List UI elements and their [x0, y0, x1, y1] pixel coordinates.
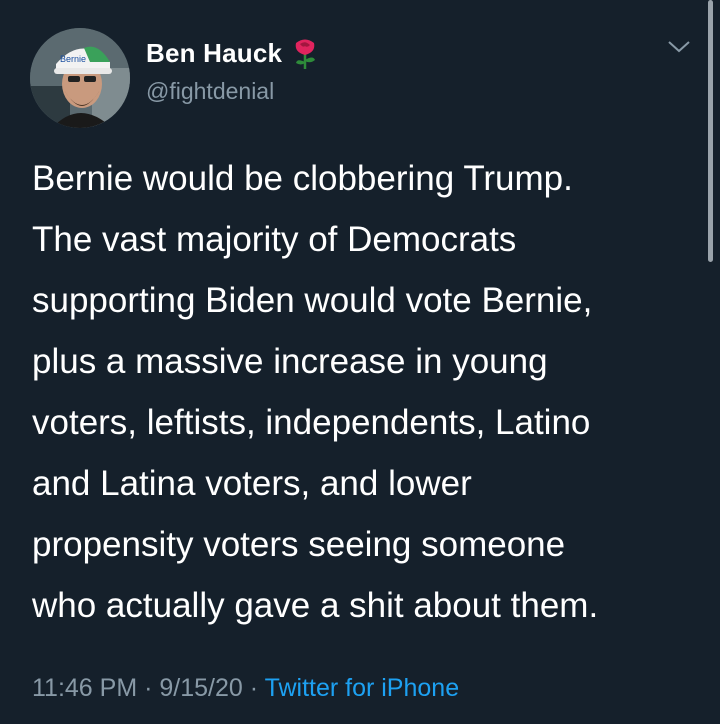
tweet-meta: 11:46 PM · 9/15/20 · Twitter for iPhone — [32, 674, 459, 703]
tweet-card: Bernie Ben Hauck @fightdenial Bernie wou… — [0, 0, 720, 724]
separator: · — [242, 674, 265, 702]
rose-icon — [292, 36, 318, 70]
scrollbar[interactable] — [708, 0, 713, 262]
author-info: Ben Hauck @fightdenial — [146, 36, 318, 105]
handle[interactable]: @fightdenial — [146, 78, 318, 105]
name-row: Ben Hauck — [146, 36, 318, 70]
separator: · — [137, 674, 160, 702]
display-name[interactable]: Ben Hauck — [146, 38, 282, 69]
tweet-text: Bernie would be clobbering Trump. The va… — [32, 159, 599, 625]
tweet-time[interactable]: 11:46 PM — [32, 674, 137, 702]
svg-text:Bernie: Bernie — [60, 54, 86, 64]
tweet-source-link[interactable]: Twitter for iPhone — [265, 674, 460, 702]
avatar[interactable]: Bernie — [30, 28, 130, 128]
chevron-down-icon[interactable] — [666, 38, 692, 56]
tweet-date[interactable]: 9/15/20 — [159, 674, 242, 702]
avatar-photo: Bernie — [30, 28, 130, 128]
